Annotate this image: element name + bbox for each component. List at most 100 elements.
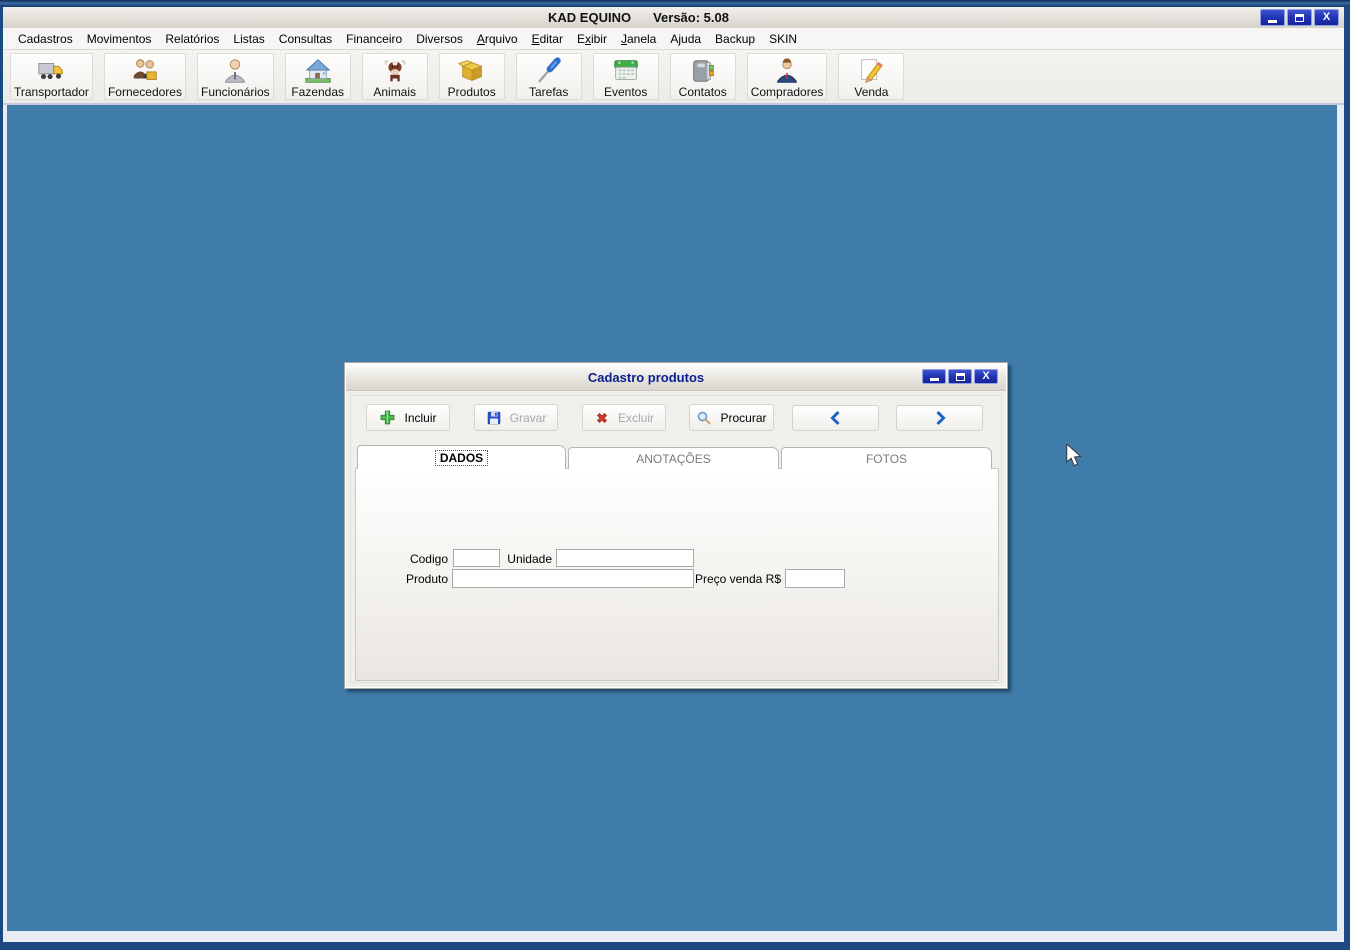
close-icon: X	[982, 370, 990, 382]
menu-arquivo[interactable]: Arquivo	[470, 30, 525, 48]
toolbar-label: Venda	[854, 85, 889, 99]
farm-house-icon	[303, 55, 333, 86]
maximize-icon	[955, 372, 965, 381]
delete-x-icon	[594, 410, 610, 426]
close-button[interactable]: X	[1314, 9, 1339, 26]
truck-icon	[36, 55, 66, 86]
toolbar-label: Funcionários	[200, 85, 270, 99]
buyer-person-icon	[772, 55, 802, 86]
tab-dados[interactable]: DADOS	[357, 445, 566, 469]
chevron-left-icon	[828, 410, 844, 426]
menu-exibir[interactable]: Exibir	[570, 30, 614, 48]
minimize-icon	[929, 378, 939, 381]
gravar-label: Gravar	[509, 410, 547, 425]
toolbar-button-produtos[interactable]: Produtos	[438, 53, 505, 100]
employee-person-icon	[220, 55, 250, 86]
search-magnifier-icon	[696, 410, 712, 426]
codigo-input[interactable]	[453, 549, 500, 567]
produto-label: Produto	[405, 572, 448, 586]
toolbar-label: Animais	[373, 85, 417, 99]
tab-fotos[interactable]: FOTOS	[781, 447, 992, 469]
dialog-titlebar: Cadastro produtos X	[346, 364, 1006, 391]
window-frame-top	[0, 0, 1350, 7]
pencil-icon	[856, 55, 886, 86]
menu-diversos[interactable]: Diversos	[409, 30, 470, 48]
toolbar: Transportador Fornecedores Funcionários …	[3, 50, 1344, 105]
maximize-icon	[1295, 13, 1304, 22]
toolbar-button-eventos[interactable]: Eventos	[592, 53, 659, 100]
dialog-cadastro-produtos: Cadastro produtos X Incluir Gravar Exclu…	[344, 362, 1008, 689]
screwdriver-icon	[534, 55, 564, 86]
toolbar-button-transportador[interactable]: Transportador	[10, 53, 93, 100]
preco-venda-input[interactable]	[785, 569, 845, 588]
menu-listas[interactable]: Listas	[226, 30, 271, 48]
toolbar-label: Fornecedores	[107, 85, 182, 99]
next-record-button[interactable]	[896, 405, 983, 431]
address-book-icon	[688, 55, 718, 86]
calendar-icon	[611, 55, 641, 86]
menu-backup[interactable]: Backup	[708, 30, 762, 48]
toolbar-label: Produtos	[447, 85, 496, 99]
incluir-button[interactable]: Incluir	[366, 404, 450, 431]
close-icon: X	[1322, 11, 1331, 23]
toolbar-button-fornecedores[interactable]: Fornecedores	[103, 53, 186, 100]
menu-editar[interactable]: Editar	[525, 30, 570, 48]
dialog-title: Cadastro produtos	[587, 369, 705, 385]
unidade-input[interactable]	[556, 549, 694, 567]
minimize-button[interactable]	[1260, 9, 1285, 26]
maximize-button[interactable]	[1287, 9, 1312, 26]
suppliers-people-icon	[130, 55, 160, 86]
app-titlebar: KAD EQUINO Versão: 5.08 X	[3, 7, 1344, 28]
plus-icon	[379, 409, 396, 426]
menu-skin[interactable]: SKIN	[762, 30, 804, 48]
dialog-minimize-button[interactable]	[922, 369, 946, 384]
menubar: Cadastros Movimentos Relatórios Listas C…	[3, 28, 1344, 50]
previous-record-button[interactable]	[792, 405, 879, 431]
toolbar-button-animais[interactable]: Animais	[361, 53, 428, 100]
toolbar-label: Tarefas	[529, 85, 569, 99]
produto-input[interactable]	[452, 569, 694, 588]
toolbar-label: Eventos	[604, 85, 648, 99]
minimize-icon	[1268, 19, 1277, 23]
excluir-label: Excluir	[617, 410, 654, 425]
mouse-cursor	[1066, 444, 1082, 467]
unidade-label: Unidade	[507, 552, 552, 566]
toolbar-label: Contatos	[678, 85, 727, 99]
incluir-label: Incluir	[404, 410, 437, 425]
tab-fotos-label: FOTOS	[865, 451, 908, 466]
menu-ajuda[interactable]: Ajuda	[663, 30, 708, 48]
window-controls: X	[1260, 9, 1339, 26]
tab-anotacoes-label: ANOTAÇÕES	[636, 451, 711, 466]
tab-anotacoes[interactable]: ANOTAÇÕES	[568, 447, 779, 469]
menu-consultas[interactable]: Consultas	[272, 30, 339, 48]
app-title: KAD EQUINO	[548, 10, 632, 25]
menu-janela[interactable]: Janela	[614, 30, 663, 48]
menu-cadastros[interactable]: Cadastros	[11, 30, 80, 48]
app-title-group: KAD EQUINO Versão: 5.08	[548, 10, 729, 25]
dialog-maximize-button[interactable]	[948, 369, 972, 384]
toolbar-button-contatos[interactable]: Contatos	[669, 53, 736, 100]
menu-relatorios[interactable]: Relatórios	[158, 30, 226, 48]
menu-movimentos[interactable]: Movimentos	[80, 30, 159, 48]
app-version-label: Versão: 5.08	[653, 10, 729, 25]
toolbar-label: Transportador	[14, 85, 89, 99]
dialog-window-controls: X	[922, 369, 998, 384]
procurar-button[interactable]: Procurar	[689, 404, 774, 431]
tab-dados-label: DADOS	[434, 449, 489, 466]
procurar-label: Procurar	[720, 410, 767, 425]
toolbar-button-fazendas[interactable]: Fazendas	[284, 53, 351, 100]
toolbar-button-funcionarios[interactable]: Funcionários	[196, 53, 274, 100]
gravar-button[interactable]: Gravar	[474, 404, 558, 431]
chevron-right-icon	[932, 410, 948, 426]
toolbar-button-venda[interactable]: Venda	[838, 53, 905, 100]
toolbar-button-compradores[interactable]: Compradores	[746, 53, 828, 100]
menu-financeiro[interactable]: Financeiro	[339, 30, 409, 48]
codigo-label: Codigo	[409, 552, 448, 566]
preco-venda-label: Preço venda R$	[694, 572, 781, 586]
cow-icon	[380, 55, 410, 86]
excluir-button[interactable]: Excluir	[582, 404, 666, 431]
toolbar-button-tarefas[interactable]: Tarefas	[515, 53, 582, 100]
dialog-close-button[interactable]: X	[974, 369, 998, 384]
toolbar-label: Compradores	[750, 85, 824, 99]
save-floppy-icon	[486, 410, 502, 426]
